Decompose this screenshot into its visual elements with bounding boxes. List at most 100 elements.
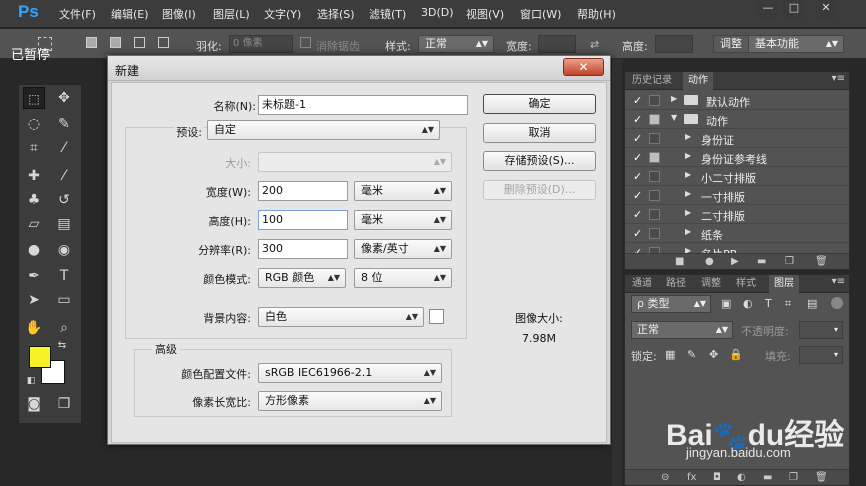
menu-help[interactable]: 帮助(H) [577, 6, 616, 22]
hand-tool-icon[interactable]: ✋ [23, 317, 45, 339]
dialog-toggle-icon[interactable] [649, 228, 660, 239]
height-unit-select[interactable]: 毫米 ▲▼ [354, 210, 452, 230]
brush-tool-icon[interactable]: ⁄ [53, 165, 75, 187]
lock-image-icon[interactable]: ✎ [687, 348, 696, 361]
crop-tool-icon[interactable]: ⌗ [23, 137, 45, 159]
menu-filter[interactable]: 滤镜(T) [369, 6, 406, 22]
layers-menu-icon[interactable]: ▾≡ [832, 276, 845, 287]
checkmark-icon[interactable]: ✓ [633, 208, 642, 221]
dialog-close-button[interactable]: ✕ [563, 58, 604, 76]
width-unit-select[interactable]: 毫米 ▲▼ [354, 181, 452, 201]
expand-icon[interactable]: ▶ [685, 132, 691, 141]
menu-view[interactable]: 视图(V) [466, 6, 504, 22]
action-row[interactable]: ✓ ▼ 动作 [625, 110, 849, 129]
clone-stamp-tool-icon[interactable]: ♣ [23, 189, 45, 211]
filter-type-icon[interactable]: T [765, 297, 772, 310]
checkmark-icon[interactable]: ✓ [633, 170, 642, 183]
new-layer-icon[interactable]: ❐ [789, 472, 798, 483]
delete-layer-icon[interactable]: 🗑 [815, 472, 828, 483]
blend-mode-select[interactable]: 正常 ▲▼ [631, 321, 733, 339]
delete-action-icon[interactable]: 🗑 [815, 256, 828, 267]
play-icon[interactable]: ▶ [731, 256, 739, 267]
dialog-toggle-icon[interactable] [649, 152, 660, 163]
background-color-chip[interactable] [429, 309, 444, 324]
gradient-tool-icon[interactable]: ▤ [53, 213, 75, 235]
action-row[interactable]: ✓ ▶ 默认动作 [625, 91, 849, 110]
resolution-input[interactable]: 300 [258, 239, 348, 259]
filter-pixel-icon[interactable]: ▣ [721, 297, 731, 310]
checkmark-icon[interactable]: ✓ [633, 189, 642, 202]
tab-actions[interactable]: 动作 [683, 72, 713, 90]
new-set-icon[interactable]: ▬ [757, 256, 766, 267]
new-action-icon[interactable]: ❐ [785, 256, 794, 267]
expand-icon[interactable]: ▶ [685, 227, 691, 236]
add-selection-icon[interactable] [110, 37, 121, 48]
lock-all-icon[interactable]: 🔒 [729, 348, 743, 361]
checkmark-icon[interactable]: ✓ [633, 151, 642, 164]
background-contents-select[interactable]: 白色 ▲▼ [258, 307, 424, 327]
marquee-tool-icon[interactable]: ⬚ [23, 87, 45, 109]
action-row[interactable]: ✓ ▶ 小二寸排版 [625, 167, 849, 186]
width-input[interactable]: 200 [258, 181, 348, 201]
default-colors-icon[interactable]: ◧ [25, 375, 37, 387]
stop-icon[interactable]: ■ [675, 256, 684, 267]
shape-tool-icon[interactable]: ▭ [53, 289, 75, 311]
color-mode-select[interactable]: RGB 颜色 ▲▼ [258, 268, 346, 288]
menu-layer[interactable]: 图层(L) [213, 6, 250, 22]
refine-edge-button[interactable]: 调整 [713, 35, 751, 53]
menu-select[interactable]: 选择(S) [317, 6, 355, 22]
filter-adjust-icon[interactable]: ◐ [743, 297, 753, 310]
action-row[interactable]: ✓ ▶ 身份证 [625, 129, 849, 148]
new-group-icon[interactable]: ▬ [763, 472, 772, 483]
swap-icon[interactable]: ⇄ [590, 38, 599, 51]
dialog-titlebar[interactable]: 新建 ✕ [108, 56, 610, 81]
dialog-toggle-icon[interactable] [649, 209, 660, 220]
height-input[interactable] [655, 35, 693, 53]
filter-toggle-icon[interactable] [831, 297, 843, 309]
checkmark-icon[interactable]: ✓ [633, 246, 642, 253]
ok-button[interactable]: 确定 [483, 94, 596, 114]
filter-shape-icon[interactable]: ⌗ [785, 297, 791, 311]
checkmark-icon[interactable]: ✓ [633, 132, 642, 145]
action-row[interactable]: ✓ ▶ 身份证参考线 [625, 148, 849, 167]
action-row[interactable]: ✓ ▶ 一寸排版 [625, 186, 849, 205]
pixel-aspect-select[interactable]: 方形像素 ▲▼ [258, 391, 442, 411]
name-input[interactable]: 未标题-1 [258, 95, 468, 115]
quick-mask-icon[interactable]: ◙ [23, 393, 45, 415]
lock-transparent-icon[interactable]: ▦ [665, 348, 675, 361]
menu-window[interactable]: 窗口(W) [520, 6, 561, 22]
dialog-toggle-icon[interactable] [649, 190, 660, 201]
subtract-selection-icon[interactable] [134, 37, 145, 48]
foreground-color-swatch[interactable] [29, 346, 51, 368]
screen-mode-icon[interactable]: ❐ [53, 393, 75, 415]
blur-tool-icon[interactable]: ● [23, 239, 45, 261]
move-tool-icon[interactable]: ✥ [53, 87, 75, 109]
healing-brush-tool-icon[interactable]: ✚ [23, 165, 45, 187]
dialog-toggle-icon[interactable] [649, 95, 660, 106]
fill-input[interactable]: ▾ [799, 346, 843, 364]
feather-input[interactable]: 0 像素 [229, 35, 293, 53]
expand-icon[interactable]: ▶ [685, 189, 691, 198]
resolution-unit-select[interactable]: 像素/英寸 ▲▼ [354, 239, 452, 259]
expand-icon[interactable]: ▶ [685, 246, 691, 253]
color-profile-select[interactable]: sRGB IEC61966-2.1 ▲▼ [258, 363, 442, 383]
checkmark-icon[interactable]: ✓ [633, 227, 642, 240]
width-input[interactable] [538, 35, 576, 53]
record-icon[interactable]: ● [705, 256, 714, 267]
layer-filter-select[interactable]: ρ 类型 ▲▼ [631, 295, 711, 313]
dialog-toggle-icon[interactable] [649, 171, 660, 182]
intersect-selection-icon[interactable] [158, 37, 169, 48]
expand-icon[interactable]: ▶ [685, 170, 691, 179]
restore-button[interactable]: □ [783, 0, 805, 18]
tab-layers[interactable]: 图层 [769, 275, 799, 293]
style-select[interactable]: 正常 ▲▼ [418, 35, 494, 53]
save-preset-button[interactable]: 存储预设(S)... [483, 151, 596, 171]
history-brush-tool-icon[interactable]: ↺ [53, 189, 75, 211]
height-input[interactable]: 100 [258, 210, 348, 230]
path-select-tool-icon[interactable]: ➤ [23, 289, 45, 311]
collapse-icon[interactable]: ▼ [671, 113, 677, 122]
expand-icon[interactable]: ▶ [685, 208, 691, 217]
opacity-input[interactable]: ▾ [799, 321, 843, 339]
pen-tool-icon[interactable]: ✒ [23, 265, 45, 287]
link-layers-icon[interactable]: ⊝ [661, 472, 669, 483]
